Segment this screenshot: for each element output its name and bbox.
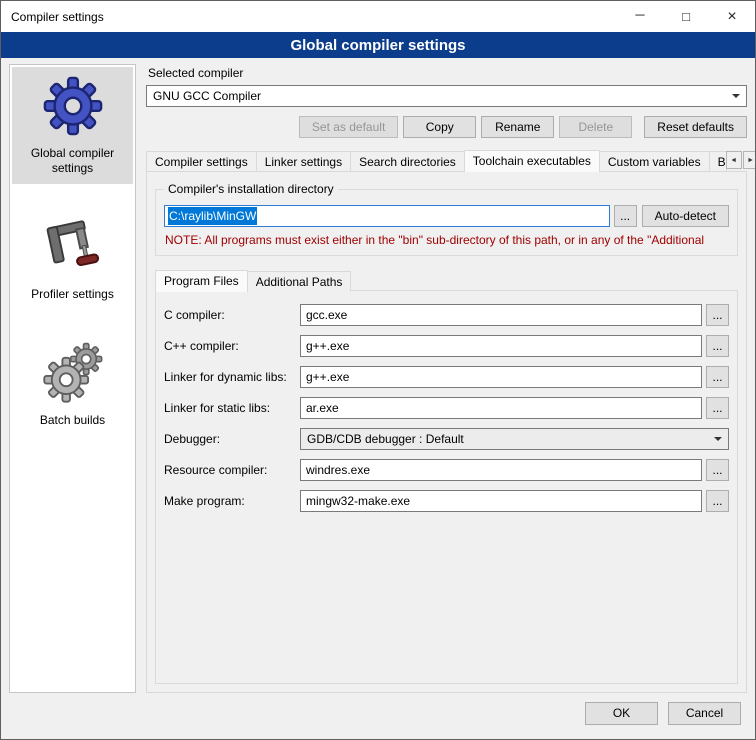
sidebar-item-label: Global compiler settings: [14, 146, 131, 176]
installation-directory-group-title: Compiler's installation directory: [164, 182, 338, 196]
field-row-resource-compiler: Resource compiler: ...: [164, 459, 729, 481]
close-icon: ×: [727, 8, 736, 26]
window-title: Compiler settings: [1, 10, 104, 24]
linker-static-input[interactable]: [300, 397, 702, 419]
tab-linker-settings[interactable]: Linker settings: [256, 151, 351, 171]
installation-directory-row: C:\raylib\MinGW ... Auto-detect: [164, 205, 729, 227]
linker-dynamic-browse-button[interactable]: ...: [706, 366, 729, 388]
installation-directory-input[interactable]: C:\raylib\MinGW: [164, 205, 610, 227]
program-files-panel: C compiler: ... C++ compiler: ... Linker…: [155, 290, 738, 684]
tab-scrollers: ◄ ►: [726, 151, 756, 169]
chevron-down-icon: [714, 437, 722, 441]
copy-button[interactable]: Copy: [403, 116, 476, 138]
tab-additional-paths[interactable]: Additional Paths: [247, 271, 352, 291]
sidebar-item-label: Batch builds: [40, 413, 105, 428]
cpp-compiler-browse-button[interactable]: ...: [706, 335, 729, 357]
arrow-left-icon: ◄: [730, 157, 737, 164]
reset-defaults-button[interactable]: Reset defaults: [644, 116, 747, 138]
toolchain-executables-panel: Compiler's installation directory C:\ray…: [146, 171, 747, 693]
compiler-settings-dialog: Compiler settings ─ □ × Global compiler …: [0, 0, 756, 740]
compiler-action-buttons: Set as default Copy Rename Delete Reset …: [146, 116, 747, 138]
titlebar: Compiler settings ─ □ ×: [1, 1, 755, 32]
main-content: Selected compiler GNU GCC Compiler Set a…: [146, 64, 747, 693]
sidebar-item-label: Profiler settings: [31, 287, 114, 302]
field-row-linker-static: Linker for static libs: ...: [164, 397, 729, 419]
set-as-default-button[interactable]: Set as default: [299, 116, 398, 138]
maximize-button[interactable]: □: [663, 1, 709, 32]
c-compiler-input[interactable]: [300, 304, 702, 326]
cancel-button[interactable]: Cancel: [668, 702, 741, 725]
debugger-value: GDB/CDB debugger : Default: [307, 432, 464, 446]
gear-stack-icon: [42, 342, 104, 404]
chevron-down-icon: [732, 94, 740, 98]
selected-compiler-dropdown[interactable]: GNU GCC Compiler: [146, 85, 747, 107]
tab-compiler-settings[interactable]: Compiler settings: [146, 151, 257, 171]
linker-static-label: Linker for static libs:: [164, 401, 300, 415]
installation-directory-group: Compiler's installation directory C:\ray…: [155, 189, 738, 256]
debugger-select[interactable]: GDB/CDB debugger : Default: [300, 428, 729, 450]
linker-static-browse-button[interactable]: ...: [706, 397, 729, 419]
cpp-compiler-label: C++ compiler:: [164, 339, 300, 353]
dialog-footer: OK Cancel: [1, 695, 755, 739]
make-program-browse-button[interactable]: ...: [706, 490, 729, 512]
ok-button[interactable]: OK: [585, 702, 658, 725]
field-row-cpp-compiler: C++ compiler: ...: [164, 335, 729, 357]
selected-compiler-value: GNU GCC Compiler: [153, 89, 261, 103]
debugger-label: Debugger:: [164, 432, 300, 446]
rename-button[interactable]: Rename: [481, 116, 554, 138]
minimize-icon: ─: [635, 7, 644, 22]
program-tabstrip: Program Files Additional Paths: [155, 270, 738, 291]
arrow-right-icon: ►: [747, 157, 754, 164]
maximize-icon: □: [682, 9, 690, 24]
field-row-linker-dynamic: Linker for dynamic libs: ...: [164, 366, 729, 388]
tab-scroll-right-button[interactable]: ►: [743, 151, 756, 169]
cpp-compiler-input[interactable]: [300, 335, 702, 357]
linker-dynamic-input[interactable]: [300, 366, 702, 388]
tab-scroll-left-button[interactable]: ◄: [726, 151, 742, 169]
installation-directory-value: C:\raylib\MinGW: [168, 207, 257, 225]
tab-toolchain-executables[interactable]: Toolchain executables: [464, 150, 600, 172]
settings-category-sidebar: Global compiler settings Profiler settin…: [9, 64, 136, 693]
tab-build-options[interactable]: Buil: [709, 151, 727, 171]
browse-directory-button[interactable]: ...: [614, 205, 637, 227]
selected-compiler-label: Selected compiler: [148, 66, 747, 80]
note-text: NOTE: All programs must exist either in …: [165, 233, 728, 247]
sidebar-item-profiler-settings[interactable]: Profiler settings: [12, 208, 133, 310]
tab-program-files[interactable]: Program Files: [155, 270, 248, 292]
tab-search-directories[interactable]: Search directories: [350, 151, 465, 171]
settings-tabstrip: Compiler settings Linker settings Search…: [146, 150, 747, 171]
linker-dynamic-label: Linker for dynamic libs:: [164, 370, 300, 384]
dialog-body: Global compiler settings Profiler settin…: [1, 58, 755, 695]
field-row-make-program: Make program: ...: [164, 490, 729, 512]
sidebar-item-global-compiler-settings[interactable]: Global compiler settings: [12, 67, 133, 184]
field-row-c-compiler: C compiler: ...: [164, 304, 729, 326]
make-program-input[interactable]: [300, 490, 702, 512]
tab-custom-variables[interactable]: Custom variables: [599, 151, 710, 171]
make-program-label: Make program:: [164, 494, 300, 508]
window-controls: ─ □ ×: [617, 1, 755, 32]
c-compiler-browse-button[interactable]: ...: [706, 304, 729, 326]
c-compiler-label: C compiler:: [164, 308, 300, 322]
dialog-header-title: Global compiler settings: [1, 32, 755, 58]
gear-icon: [42, 75, 104, 137]
field-row-debugger: Debugger: GDB/CDB debugger : Default: [164, 428, 729, 450]
delete-button[interactable]: Delete: [559, 116, 632, 138]
auto-detect-button[interactable]: Auto-detect: [642, 205, 729, 227]
close-button[interactable]: ×: [709, 1, 755, 32]
minimize-button[interactable]: ─: [617, 1, 663, 32]
resource-compiler-label: Resource compiler:: [164, 463, 300, 477]
resource-compiler-input[interactable]: [300, 459, 702, 481]
sidebar-item-batch-builds[interactable]: Batch builds: [12, 334, 133, 436]
clamp-tool-icon: [42, 216, 104, 278]
resource-compiler-browse-button[interactable]: ...: [706, 459, 729, 481]
